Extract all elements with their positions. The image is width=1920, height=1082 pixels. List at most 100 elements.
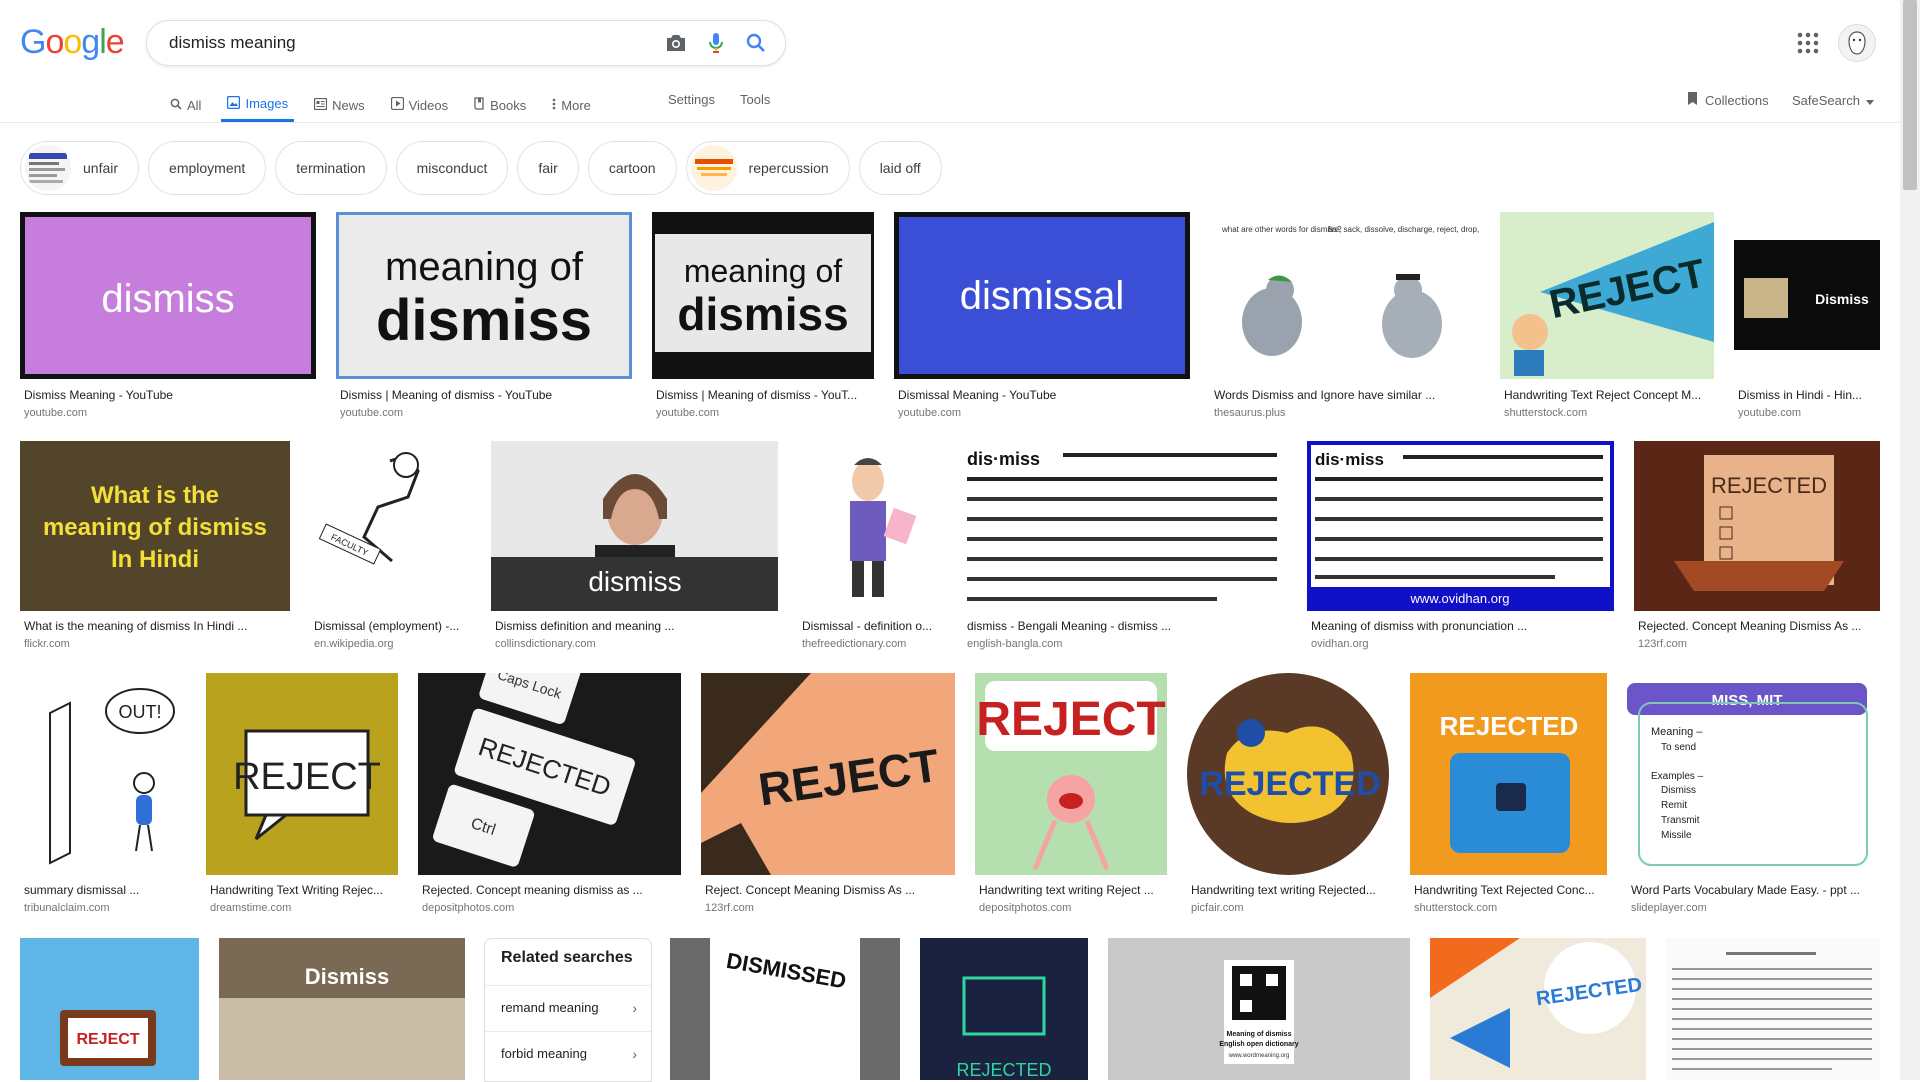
image-result[interactable]: Dismiss <box>219 938 465 1080</box>
chip-cartoon[interactable]: cartoon <box>587 141 677 195</box>
result-title: Words Dismiss and Ignore have similar ..… <box>1214 388 1436 402</box>
thumb-text: What is the <box>91 482 219 509</box>
thumb-text: dismiss <box>677 288 848 340</box>
result-source: youtube.com <box>1738 407 1801 419</box>
image-result[interactable]: MISS, MIT Meaning – To send Examples – D… <box>1627 673 1880 917</box>
tab-videos[interactable]: Videos <box>385 88 455 122</box>
result-thumbnail: MISS, MIT Meaning – To send Examples – D… <box>1627 673 1880 875</box>
image-result[interactable]: OUT! summary dismissal ... tribunalclaim… <box>20 673 186 917</box>
result-source: collinsdictionary.com <box>495 638 596 650</box>
camera-icon[interactable] <box>665 32 687 54</box>
thumb-text: REJECT <box>976 693 1165 746</box>
tab-more[interactable]: More <box>546 88 597 122</box>
thumb-text: REJECTED <box>1711 473 1827 498</box>
chip-unfair[interactable]: unfair <box>20 141 140 195</box>
result-thumbnail <box>798 441 943 611</box>
chip-label: cartoon <box>608 160 656 176</box>
chip-fair[interactable]: fair <box>517 141 579 195</box>
chip-label: repercussion <box>748 160 829 176</box>
chip-laid-off[interactable]: laid off <box>858 141 942 195</box>
avatar[interactable] <box>1838 24 1876 62</box>
image-result[interactable]: REJECTED Handwriting Text Rejected Conc.… <box>1410 673 1607 917</box>
chip-employment[interactable]: employment <box>148 141 267 195</box>
image-result[interactable]: REJECTED <box>920 938 1088 1080</box>
safesearch-label: SafeSearch <box>1792 92 1860 108</box>
result-source: youtube.com <box>656 407 719 419</box>
result-source: shutterstock.com <box>1414 902 1498 914</box>
image-result[interactable]: REJECT <box>20 938 199 1080</box>
thumb-text: dismiss <box>588 566 681 597</box>
result-thumbnail: REJECTED <box>920 938 1088 1080</box>
result-source: 123rf.com <box>705 902 754 914</box>
image-result[interactable]: Meaning of dismiss English open dictiona… <box>1108 938 1410 1080</box>
result-title: Dismiss | Meaning of dismiss - YouTube <box>340 388 553 402</box>
image-result[interactable]: dis·miss dismiss - Bengali Meaning - dis… <box>963 441 1287 653</box>
image-result[interactable]: dismissal Dismissal Meaning - YouTube yo… <box>894 212 1190 422</box>
google-logo[interactable]: Google <box>20 22 125 62</box>
chip-repercussion[interactable]: repercussion <box>685 141 850 195</box>
chip-thumbnail <box>25 145 71 191</box>
logo-letter: G <box>20 23 46 61</box>
related-search-item[interactable]: remand meaning › <box>485 985 651 1029</box>
image-result[interactable]: REJECTED Rejected. Concept Meaning Dismi… <box>1634 441 1880 653</box>
search-input[interactable] <box>167 30 641 56</box>
related-search-label: remand meaning <box>501 1000 599 1015</box>
tab-label: Videos <box>408 97 449 113</box>
image-result[interactable]: what are other words for dismiss? fire, … <box>1210 212 1480 422</box>
result-thumbnail: REJECT <box>701 673 955 875</box>
result-thumbnail: REJECT <box>20 938 199 1080</box>
chip-label: employment <box>169 160 246 176</box>
image-result[interactable]: Dismiss Dismiss in Hindi - Hin... youtub… <box>1734 212 1880 422</box>
image-result[interactable]: FACULTY Dismissal (employment) -... en.w… <box>310 441 471 653</box>
image-result[interactable]: REJECT Handwriting Text Reject Concept M… <box>1500 212 1714 422</box>
settings-link[interactable]: Settings <box>668 92 715 107</box>
thumb-text: fire, sack, dissolve, discharge, reject,… <box>1328 225 1480 234</box>
related-search-item[interactable]: forbid meaning › <box>485 1031 651 1075</box>
thumb-text: REJECTED <box>1440 711 1579 741</box>
apps-grid-icon[interactable] <box>1796 31 1820 55</box>
result-thumbnail: dis·miss www.ovidhan.org <box>1307 441 1614 611</box>
result-thumbnail: Meaning of dismiss English open dictiona… <box>1108 938 1410 1080</box>
image-result[interactable]: meaning of dismiss Dismiss | Meaning of … <box>336 212 632 422</box>
tab-label: Books <box>490 97 527 113</box>
result-thumbnail: REJECTED <box>1410 673 1607 875</box>
image-result[interactable]: dismiss Dismiss definition and meaning .… <box>491 441 778 653</box>
image-result[interactable]: REJECT Handwriting Text Writing Rejec...… <box>206 673 398 917</box>
image-result[interactable]: Dismissal - definition o... thefreedicti… <box>798 441 943 653</box>
tab-books[interactable]: Books <box>468 88 532 122</box>
image-result[interactable]: Caps Lock REJECTED Ctrl Rejected. Concep… <box>418 673 681 917</box>
tab-all[interactable]: All <box>164 88 207 122</box>
tab-images[interactable]: Images <box>221 88 295 122</box>
chip-label: fair <box>538 160 558 176</box>
chip-termination[interactable]: termination <box>275 141 387 195</box>
tools-link[interactable]: Tools <box>740 92 770 107</box>
collections-button[interactable]: Collections <box>1686 88 1769 112</box>
chevron-right-icon: › <box>632 1045 637 1062</box>
image-result[interactable]: REJECT Reject. Concept Meaning Dismiss A… <box>701 673 955 917</box>
image-result[interactable]: dismiss Dismiss Meaning - YouTube youtub… <box>20 212 316 422</box>
image-result[interactable]: REJECTED Handwriting text writing Reject… <box>1187 673 1390 917</box>
result-source: english-bangla.com <box>967 638 1063 650</box>
result-source: 123rf.com <box>1638 638 1687 650</box>
image-result[interactable]: REJECT Handwriting text writing Reject .… <box>975 673 1167 917</box>
safesearch-button[interactable]: SafeSearch <box>1792 88 1874 112</box>
bookmark-icon <box>1686 91 1699 109</box>
image-result[interactable]: What is the meaning of dismiss In Hindi … <box>20 441 290 653</box>
search-icon[interactable] <box>745 32 767 54</box>
result-thumbnail: OUT! <box>20 673 186 875</box>
thumb-text: To send <box>1661 742 1696 753</box>
image-result[interactable]: DISMISSED <box>670 938 900 1080</box>
thumb-text: Dismiss <box>1815 291 1869 307</box>
image-result[interactable]: REJECTED <box>1430 938 1646 1080</box>
chip-label: termination <box>296 160 366 176</box>
scrollbar-thumb[interactable] <box>1903 0 1917 190</box>
image-result[interactable]: dis·miss www.ovidhan.org Meaning of dism… <box>1307 441 1614 653</box>
tab-news[interactable]: News <box>308 88 371 122</box>
microphone-icon[interactable] <box>705 32 727 54</box>
chip-misconduct[interactable]: misconduct <box>395 141 509 195</box>
image-result[interactable]: meaning of dismiss Dismiss | Meaning of … <box>652 212 874 422</box>
result-thumbnail: meaning of dismiss <box>652 212 874 379</box>
result-source: depositphotos.com <box>422 902 515 914</box>
image-result[interactable] <box>1666 938 1880 1080</box>
thumb-text: In Hindi <box>111 546 199 573</box>
